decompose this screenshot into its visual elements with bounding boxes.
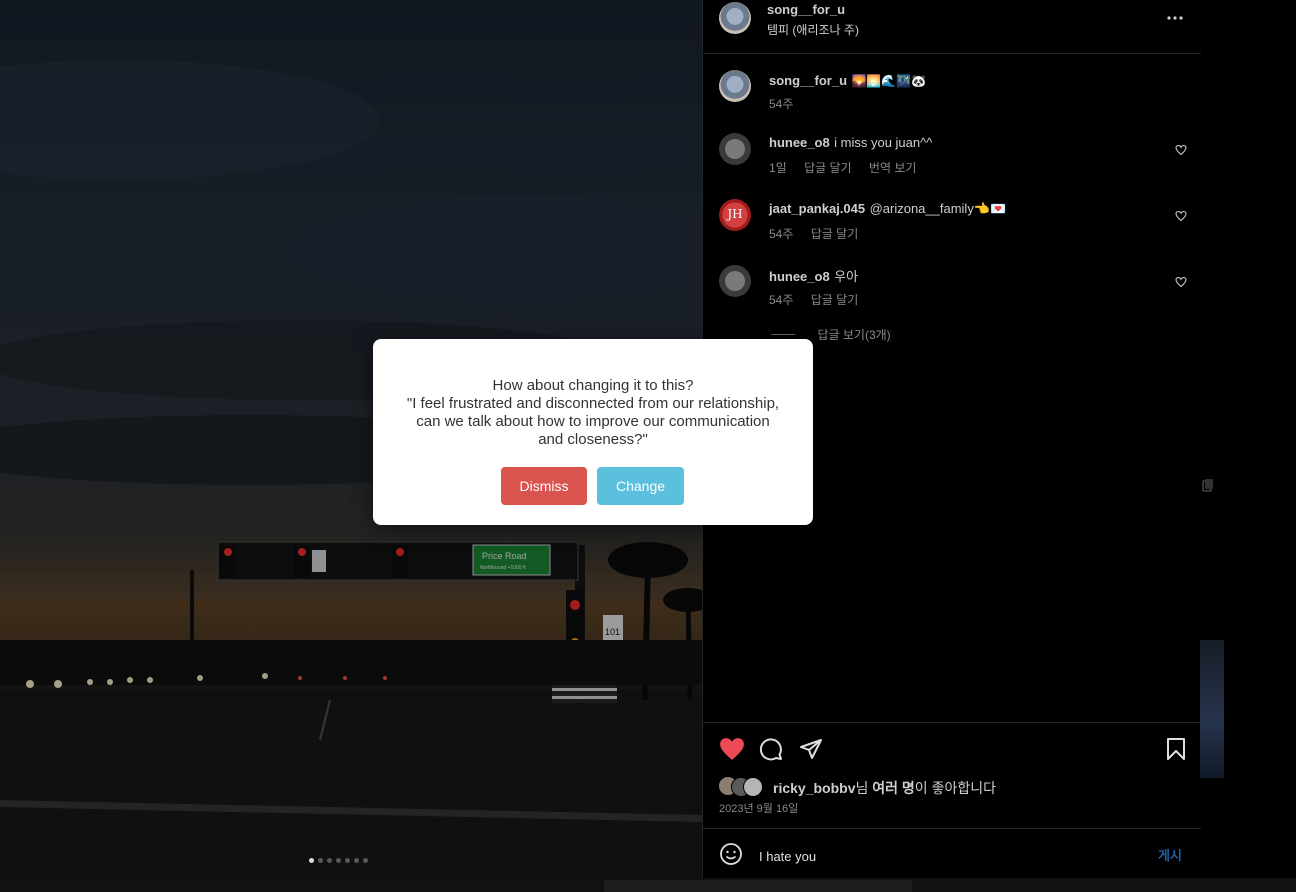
emoji-icon[interactable] — [719, 842, 743, 871]
change-button[interactable]: Change — [597, 467, 684, 505]
comment-like-heart-icon[interactable] — [1175, 143, 1187, 156]
reply-button[interactable]: 답글 달기 — [811, 293, 859, 307]
view-replies-label[interactable]: 답글 보기(3개) — [817, 328, 890, 342]
bottom-bar — [0, 878, 1296, 892]
comment-time[interactable]: 54주 — [769, 293, 793, 307]
caption-line: song__for_u 🌄🌅🌊🌃🐼 — [769, 72, 926, 90]
comment-avatar[interactable] — [719, 133, 751, 165]
comment-input[interactable] — [757, 845, 1141, 867]
comment-line: jaat_pankaj.045 @arizona__family👈💌 — [769, 200, 1006, 218]
bookmark-icon[interactable] — [1165, 737, 1187, 766]
comment-avatar[interactable]: JH — [719, 199, 751, 231]
post-location[interactable]: 템피 (애리조나 주) — [767, 21, 859, 38]
comment-meta: 54주 답글 달기 — [769, 225, 858, 242]
caption-time: 54주 — [769, 97, 794, 111]
comment-username[interactable]: jaat_pankaj.045 — [769, 201, 865, 216]
post-comment-button[interactable]: 게시 — [1158, 845, 1182, 864]
post-actions: ricky_bobbv님 여러 명이 좋아합니다 2023년 9월 16일 — [703, 722, 1201, 829]
next-post-preview[interactable] — [1200, 640, 1224, 778]
comment-text: @arizona__family👈💌 — [869, 201, 1007, 216]
carousel-dot[interactable] — [318, 858, 323, 863]
dialog-message: How about changing it to this? "I feel f… — [403, 377, 783, 449]
comment-line: hunee_o8 우아 — [769, 266, 858, 286]
translate-button[interactable]: 번역 보기 — [869, 161, 917, 175]
bottom-bar-segment — [604, 880, 912, 892]
comment-time[interactable]: 54주 — [769, 227, 793, 241]
author-avatar[interactable] — [719, 2, 751, 34]
comment-icon[interactable] — [759, 737, 783, 766]
rephrase-suggestion-dialog: How about changing it to this? "I feel f… — [373, 339, 813, 525]
copy-icon — [1202, 478, 1214, 492]
comment-line: hunee_o8 i miss you juan^^ — [769, 134, 932, 152]
comment-time[interactable]: 1일 — [769, 161, 787, 175]
caption-username[interactable]: song__for_u — [769, 73, 847, 88]
liker-username[interactable]: ricky_bobbv — [773, 780, 855, 796]
reply-button[interactable]: 답글 달기 — [804, 161, 852, 175]
dismiss-button[interactable]: Dismiss — [501, 467, 587, 505]
carousel-dot[interactable] — [309, 858, 314, 863]
likes-text-2: 이 좋아합니다 — [914, 780, 996, 796]
author-username[interactable]: song__for_u — [767, 2, 845, 17]
post-header: song__for_u 템피 (애리조나 주) — [703, 0, 1201, 54]
comment-username[interactable]: hunee_o8 — [769, 135, 830, 150]
carousel-dots — [309, 858, 368, 863]
comment-text: i miss you juan^^ — [834, 135, 933, 150]
more-horizontal-icon[interactable] — [1165, 8, 1185, 28]
likes-summary: ricky_bobbv님 여러 명이 좋아합니다 — [773, 778, 996, 798]
dialog-suggested-text: "I feel frustrated and disconnected from… — [406, 395, 780, 448]
post-date[interactable]: 2023년 9월 16일 — [719, 800, 798, 816]
reply-button[interactable]: 답글 달기 — [811, 227, 859, 241]
comment-like-heart-icon[interactable] — [1175, 275, 1187, 288]
heart-filled-icon[interactable] — [719, 737, 745, 766]
likes-text-1: 님 — [855, 780, 873, 796]
likes-others[interactable]: 여러 명 — [872, 780, 915, 796]
comment-composer: 게시 — [703, 828, 1201, 879]
send-icon[interactable] — [799, 737, 823, 766]
carousel-dot[interactable] — [363, 858, 368, 863]
carousel-dot[interactable] — [354, 858, 359, 863]
replies-divider — [771, 334, 795, 336]
comment-avatar[interactable] — [719, 265, 751, 297]
comment-meta: 1일 답글 달기 번역 보기 — [769, 159, 916, 176]
caption-text: 🌄🌅🌊🌃🐼 — [851, 74, 927, 88]
comment-username[interactable]: hunee_o8 — [769, 269, 830, 284]
comment-text: 우아 — [834, 269, 859, 284]
comment-like-heart-icon[interactable] — [1175, 209, 1187, 222]
caption-avatar[interactable] — [719, 70, 751, 102]
dialog-question: How about changing it to this? — [492, 377, 694, 394]
carousel-dot[interactable] — [336, 858, 341, 863]
carousel-dot[interactable] — [345, 858, 350, 863]
avatar-letter: JH — [727, 207, 743, 221]
liker-avatars[interactable] — [719, 777, 771, 797]
comment-meta: 54주 답글 달기 — [769, 291, 858, 308]
carousel-dot[interactable] — [327, 858, 332, 863]
